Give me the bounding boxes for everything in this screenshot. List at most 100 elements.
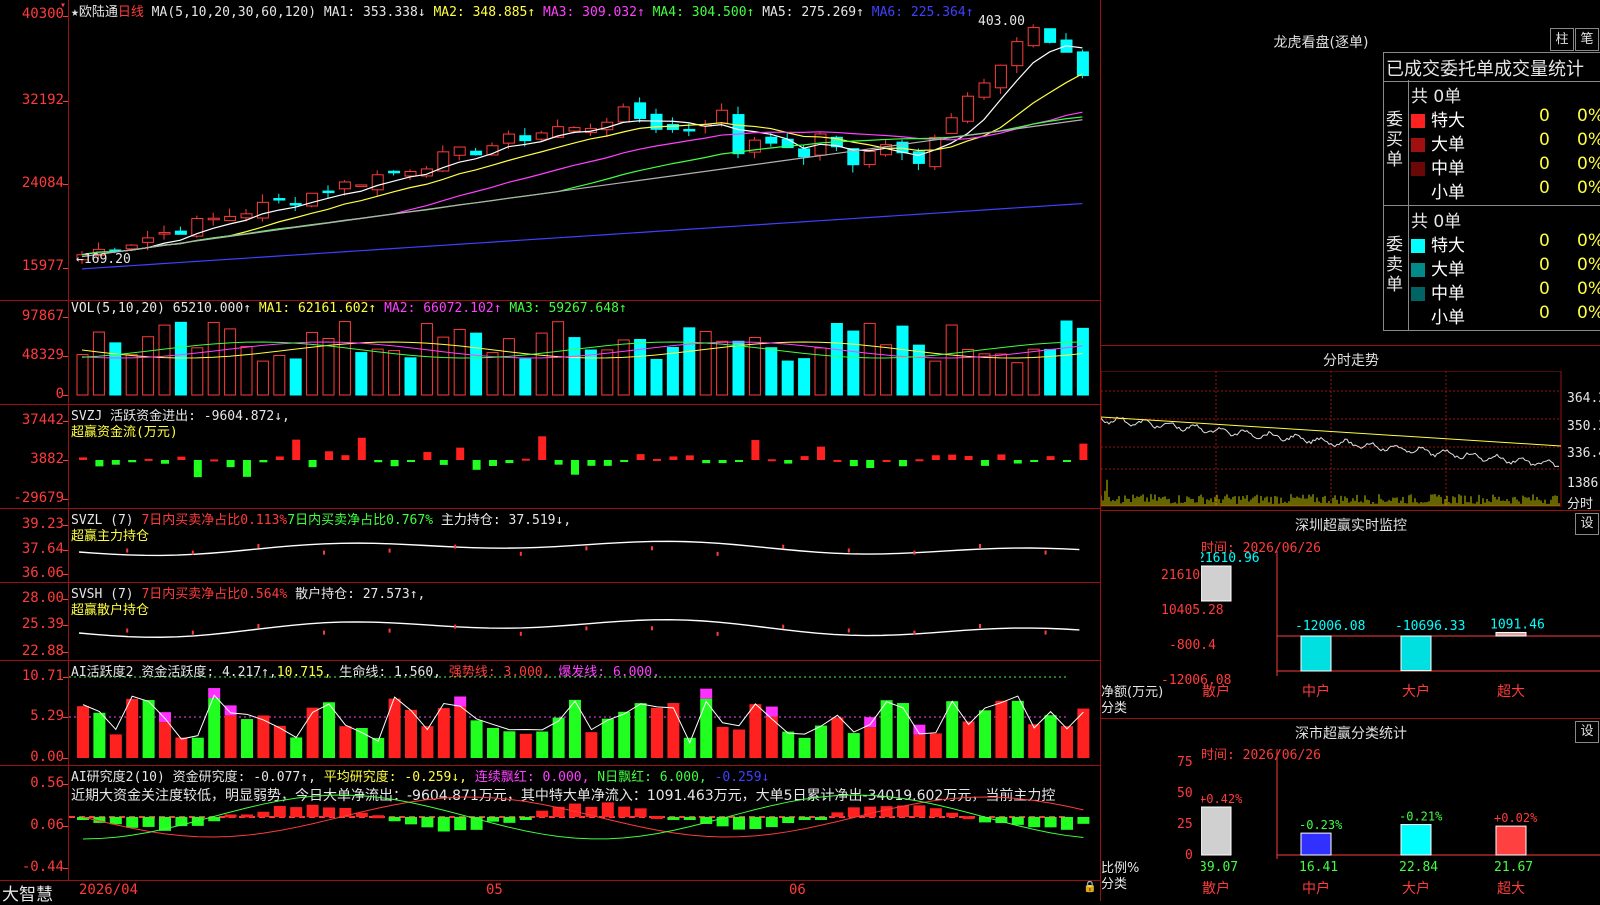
activity-bar-red [667,703,680,758]
svzj-chart[interactable] [69,404,1099,508]
volume-chart[interactable] [69,300,1099,404]
candle-up [240,213,253,219]
svsh-chart[interactable] [69,582,1099,660]
sell-total: 共 0单 [1411,212,1462,232]
ai-activity-pane[interactable]: 10.71 5.29 0.00 AI活跃度2 资金活跃度: 4.217↑,10.… [0,660,1100,766]
sz-monitor-chart[interactable]: 21610.96 散户 -12006.08 中户 -10696.33 大户 1091.46 超… [1201,511,1600,719]
sz-class-value: 16.41 [1299,860,1338,875]
activity-bar-green [897,703,909,758]
candlestick-chart[interactable] [69,0,1099,300]
candle-up [1027,27,1040,47]
research-bar-green [405,817,417,825]
sz-class-panel[interactable]: 深市超赢分类统计 设 时间: 2026/06/26 75 50 25 0 比例%… [1100,718,1600,901]
buy-row: 小单 0 0% [1409,178,1600,203]
research-bar-red [651,815,663,819]
ai-research-chart[interactable] [69,765,1099,880]
buy-color-swatch [1411,162,1425,176]
bar-view-button[interactable]: 柱 [1550,28,1574,51]
activity-bar-red [126,698,139,758]
sz-monitor-bar [1495,631,1527,637]
sz-monitor-bar-name: 超大 [1497,684,1525,700]
candle-up [453,146,466,156]
main-force-position-line-marker [388,548,391,553]
main-force-position-line-marker [782,544,785,549]
volume-bar-down [568,337,581,396]
order-tabs-label[interactable]: 已成交委托单成交量统计 [1386,55,1584,81]
activity-bar-green [191,737,204,758]
candle-up [962,95,975,122]
retail-position-line-marker [388,628,391,633]
outflow-bar [161,460,169,464]
sz-monitor-bar-name: 大户 [1402,683,1430,700]
lock-icon[interactable]: 🔒 [1083,880,1097,893]
main-force-position-line-marker [716,551,719,556]
main-force-position-line-marker [847,548,850,553]
intraday-avg-line [1101,416,1562,447]
svzl-pane[interactable]: 39.23 37.64 36.06 SVZL (7) 7日内买卖净占比0.113… [0,508,1100,583]
volume-bar-up [978,353,991,396]
inflow-bar [521,458,530,461]
candle-up [404,171,417,177]
intraday-panel[interactable]: 分时走势 364.2 350.3 336.4 1386 分时 [1100,345,1600,512]
activity-bar-green [618,711,631,758]
outflow-bar [128,460,137,463]
volume-bar-up [994,353,1007,396]
volume-bar-up [486,352,499,396]
sell-row: 中单 0 0% [1409,279,1600,304]
activity-bar-red [651,707,663,758]
research-bar-green [1044,817,1057,828]
date-axis[interactable]: 大智慧 2026/04 05 06 🔒 [0,880,1100,905]
retail-position-line-marker [847,628,850,633]
main-force-position-line-marker [913,550,916,555]
candle-up [158,232,171,235]
sz-class-unit2: 分类 [1101,877,1128,892]
sell-color-swatch [1411,311,1425,325]
sz-class-y-label: 75 [1177,755,1193,770]
intraday-chart[interactable] [1101,371,1563,511]
intraday-y-label: 336.4 [1567,446,1600,461]
retail-position-line-marker [191,630,194,635]
activity-bar-red [716,726,729,758]
sz-class-change: -0.23% [1299,818,1343,832]
order-tabs[interactable]: 已成交委托单成交量统计 [1383,52,1600,82]
sz-class-chart[interactable]: +0.42% 39.07 散户 -0.23% 16.41 中户 -0.21% 22.84 大户 +… [1201,719,1600,901]
research-bar-green [109,817,122,825]
buy-color-swatch [1411,114,1425,128]
volume-bar-up [945,324,958,396]
svzl-y-label: 36.06 [21,565,64,581]
research-bar-green [388,817,401,822]
activity-bar-green [683,737,696,758]
retail-position-line-marker [782,624,785,629]
research-bar-red [634,808,647,817]
activity-bar-red [405,709,417,758]
svzl-chart[interactable] [69,508,1099,582]
main-force-position-line [78,540,1080,557]
inflow-bar [915,459,924,462]
sz-monitor-panel[interactable]: 深圳超赢实时监控 设 时间: 2026/06/26 21610.96 10405… [1100,510,1600,719]
candle-down [470,150,483,156]
volume-bar-down [519,358,532,396]
sell-count: 0 [1539,303,1550,323]
volume-bar-down [765,347,778,396]
ai-research-pane[interactable]: 0.56 0.06 -0.44 AI研究度2(10) 资金研究度: -0.077… [0,765,1100,881]
activity-bar-green [1011,700,1024,758]
research-bar-green [142,817,155,827]
activity-bar-red [995,700,1008,758]
ai-activity-chart[interactable] [69,660,1099,765]
volume-pane[interactable]: 97867 48329 0 VOL(5,10,20) 65210.000↑ MA… [0,300,1100,405]
sell-orders: 委卖单 共 0单 特大 0 0% 大单 0 0% 中单 0 0% 小单 0 0% [1383,205,1600,331]
vol-y-label: 0 [55,386,64,402]
price-pane[interactable]: 40300 32192 24084 15977 ▾ ★欧陆通日线 MA(5,10… [0,0,1100,301]
activity-bar-red [585,732,598,758]
candle-down [765,136,778,144]
buy-pct: 0% [1577,178,1600,198]
activity-bar-red [962,721,975,758]
candle-up [568,127,581,132]
activity-bar-top [700,688,713,699]
svzj-pane[interactable]: 37442 3882 -29679 SVZJ 活跃资金进出: -9604.872… [0,404,1100,509]
candle-up [929,136,942,168]
pen-view-button[interactable]: 笔 [1575,28,1599,51]
svsh-pane[interactable]: 28.00 25.39 22.88 SVSH (7) 7日内买卖净占比0.564… [0,582,1100,661]
outflow-bar [259,460,268,463]
ai2-y-label: 10.71 [21,668,64,684]
